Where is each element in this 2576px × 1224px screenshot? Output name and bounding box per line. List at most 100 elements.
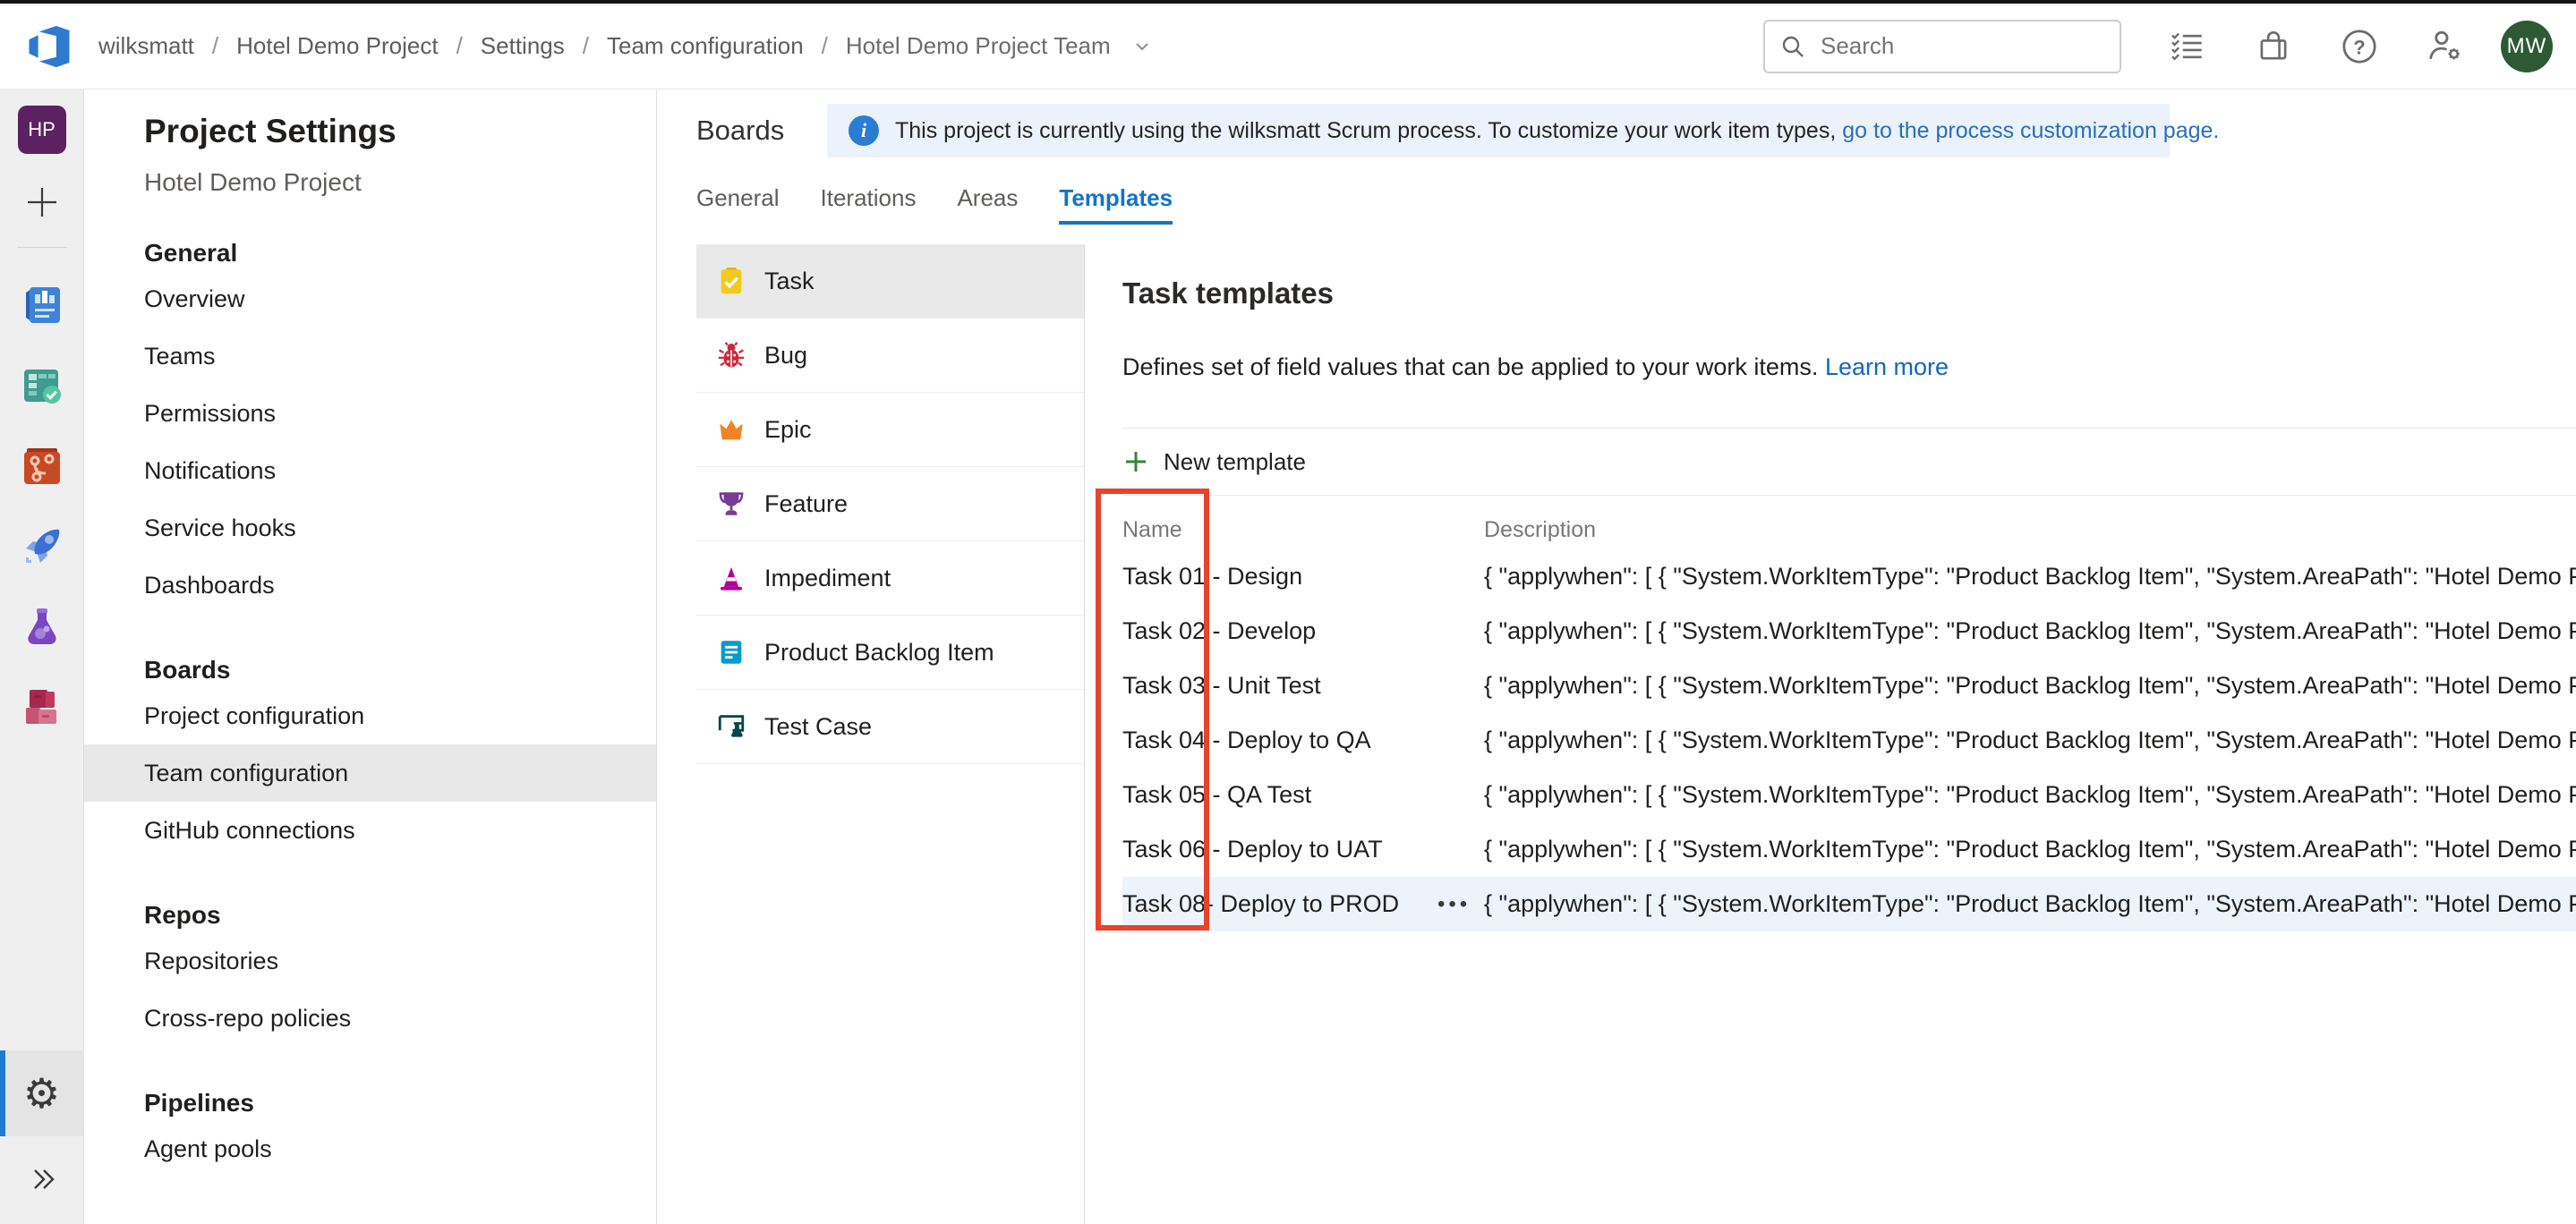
template-description: { "applywhen": [ { "System.WorkItemType"… xyxy=(1484,727,2576,754)
active-indicator xyxy=(0,1050,5,1136)
breadcrumb-item-current[interactable]: Hotel Demo Project Team xyxy=(846,32,1111,60)
project-name: Hotel Demo Project xyxy=(84,168,656,197)
sidebar-item-team-configuration[interactable]: Team configuration xyxy=(84,744,656,802)
sidebar-item-cross-repo-policies[interactable]: Cross-repo policies xyxy=(84,990,656,1047)
breadcrumb-separator: / xyxy=(212,32,218,60)
breadcrumb-item[interactable]: Settings xyxy=(481,32,565,60)
content-header: Boards i This project is currently using… xyxy=(657,89,2576,157)
task-icon xyxy=(716,266,746,296)
sidebar-item-permissions[interactable]: Permissions xyxy=(84,385,656,442)
tab-bar: General Iterations Areas Templates xyxy=(657,184,2576,225)
templates-panel: Task templates Defines set of field valu… xyxy=(1085,244,2576,1224)
test-case-icon xyxy=(716,711,746,742)
work-item-type-label: Epic xyxy=(764,416,812,444)
azure-devops-settings-page: wilksmatt / Hotel Demo Project / Setting… xyxy=(0,0,2576,1224)
tab-templates[interactable]: Templates xyxy=(1059,184,1173,225)
artifacts-icon[interactable] xyxy=(19,684,65,731)
user-avatar[interactable]: MW xyxy=(2501,21,2553,72)
work-item-type-product-backlog-item[interactable]: Product Backlog Item xyxy=(696,616,1084,690)
template-name: Task 04 - Deploy to QA xyxy=(1122,727,1484,754)
section-header-repos: Repos xyxy=(84,898,656,932)
breadcrumb-separator: / xyxy=(583,32,589,60)
svg-text:?: ? xyxy=(2353,36,2365,58)
table-row[interactable]: Task 05 - QA Test { "applywhen": [ { "Sy… xyxy=(1122,768,2576,822)
feature-trophy-icon xyxy=(716,489,746,519)
table-row-hovered[interactable]: Task 08- Deploy to PROD ••• { "applywhen… xyxy=(1122,877,2576,931)
template-name: Task 06 - Deploy to UAT xyxy=(1122,836,1484,863)
breadcrumb-item[interactable]: Team configuration xyxy=(607,32,804,60)
rail-divider xyxy=(17,247,67,248)
work-item-type-list: Task Bug xyxy=(696,244,1085,1224)
tab-iterations[interactable]: Iterations xyxy=(821,184,917,225)
context-menu-icon[interactable]: ••• xyxy=(1437,892,1471,917)
work-item-type-bug[interactable]: Bug xyxy=(696,319,1084,393)
work-item-type-epic[interactable]: Epic xyxy=(696,393,1084,467)
overview-icon[interactable] xyxy=(19,282,65,328)
work-item-type-label: Product Backlog Item xyxy=(764,639,994,667)
work-item-type-label: Task xyxy=(764,268,815,295)
help-icon[interactable]: ? xyxy=(2340,27,2379,66)
template-name: Task 03 - Unit Test xyxy=(1122,672,1484,700)
top-bar: wilksmatt / Hotel Demo Project / Setting… xyxy=(0,4,2576,89)
search-input[interactable]: Search xyxy=(1763,20,2121,73)
breadcrumb-item[interactable]: wilksmatt xyxy=(98,32,194,60)
sidebar-item-project-settings-active[interactable]: ⚙ xyxy=(0,1050,84,1136)
chevron-down-icon[interactable] xyxy=(1132,37,1152,56)
work-item-type-label: Bug xyxy=(764,342,807,370)
breadcrumb-item[interactable]: Hotel Demo Project xyxy=(236,32,438,60)
settings-sidebar: Project Settings Hotel Demo Project Gene… xyxy=(84,89,657,1224)
divider xyxy=(1122,428,2576,429)
main-content: Boards i This project is currently using… xyxy=(657,89,2576,1224)
page-title: Project Settings xyxy=(84,113,656,150)
search-placeholder: Search xyxy=(1821,32,1894,60)
sidebar-item-overview[interactable]: Overview xyxy=(84,270,656,327)
templates-description-text: Defines set of field values that can be … xyxy=(1122,353,1818,380)
table-row[interactable]: Task 03 - Unit Test { "applywhen": [ { "… xyxy=(1122,659,2576,713)
info-icon: i xyxy=(849,115,879,146)
sidebar-item-notifications[interactable]: Notifications xyxy=(84,442,656,499)
learn-more-link[interactable]: Learn more xyxy=(1825,353,1949,380)
template-description: { "applywhen": [ { "System.WorkItemType"… xyxy=(1484,563,2576,591)
work-item-type-feature[interactable]: Feature xyxy=(696,467,1084,541)
user-settings-icon[interactable] xyxy=(2426,27,2465,66)
expand-icon[interactable] xyxy=(24,1161,60,1197)
pipelines-icon[interactable] xyxy=(19,523,65,570)
breadcrumb-separator: / xyxy=(456,32,463,60)
template-description: { "applywhen": [ { "System.WorkItemType"… xyxy=(1484,836,2576,863)
new-template-button[interactable]: New template xyxy=(1122,429,1306,495)
sidebar-item-github-connections[interactable]: GitHub connections xyxy=(84,802,656,859)
bug-icon xyxy=(716,340,746,370)
azure-devops-logo-icon[interactable] xyxy=(25,22,73,71)
sidebar-item-project-configuration[interactable]: Project configuration xyxy=(84,687,656,744)
work-item-type-impediment[interactable]: Impediment xyxy=(696,541,1084,616)
table-row[interactable]: Task 02 - Develop { "applywhen": [ { "Sy… xyxy=(1122,604,2576,659)
boards-icon[interactable] xyxy=(19,362,65,409)
project-avatar[interactable]: HP xyxy=(18,106,66,154)
plus-icon xyxy=(1122,448,1149,475)
repos-icon[interactable] xyxy=(19,443,65,489)
template-description: { "applywhen": [ { "System.WorkItemType"… xyxy=(1484,781,2576,809)
sidebar-item-dashboards[interactable]: Dashboards xyxy=(84,557,656,614)
process-info-banner: i This project is currently using the wi… xyxy=(827,104,2170,157)
tab-general[interactable]: General xyxy=(696,184,780,225)
sidebar-item-agent-pools[interactable]: Agent pools xyxy=(84,1120,656,1177)
table-row[interactable]: Task 04 - Deploy to QA { "applywhen": [ … xyxy=(1122,713,2576,768)
work-item-type-task[interactable]: Task xyxy=(696,244,1084,319)
tab-areas[interactable]: Areas xyxy=(957,184,1018,225)
epic-crown-icon xyxy=(716,414,746,445)
impediment-cone-icon xyxy=(716,563,746,593)
sidebar-item-service-hooks[interactable]: Service hooks xyxy=(84,499,656,557)
template-description: { "applywhen": [ { "System.WorkItemType"… xyxy=(1484,890,2576,918)
app-frame: HP xyxy=(0,89,2576,1224)
process-customization-link[interactable]: go to the process customization page. xyxy=(1842,118,2219,144)
table-row[interactable]: Task 06 - Deploy to UAT { "applywhen": [… xyxy=(1122,822,2576,877)
section-header-general: General xyxy=(84,236,656,270)
sidebar-item-teams[interactable]: Teams xyxy=(84,327,656,385)
marketplace-bag-icon[interactable] xyxy=(2254,27,2293,66)
sidebar-item-repositories[interactable]: Repositories xyxy=(84,932,656,990)
task-list-icon[interactable] xyxy=(2168,27,2207,66)
test-plans-icon[interactable] xyxy=(19,604,65,650)
add-icon[interactable] xyxy=(22,183,62,222)
work-item-type-test-case[interactable]: Test Case xyxy=(696,690,1084,764)
table-row[interactable]: Task 01 - Design { "applywhen": [ { "Sys… xyxy=(1122,549,2576,604)
